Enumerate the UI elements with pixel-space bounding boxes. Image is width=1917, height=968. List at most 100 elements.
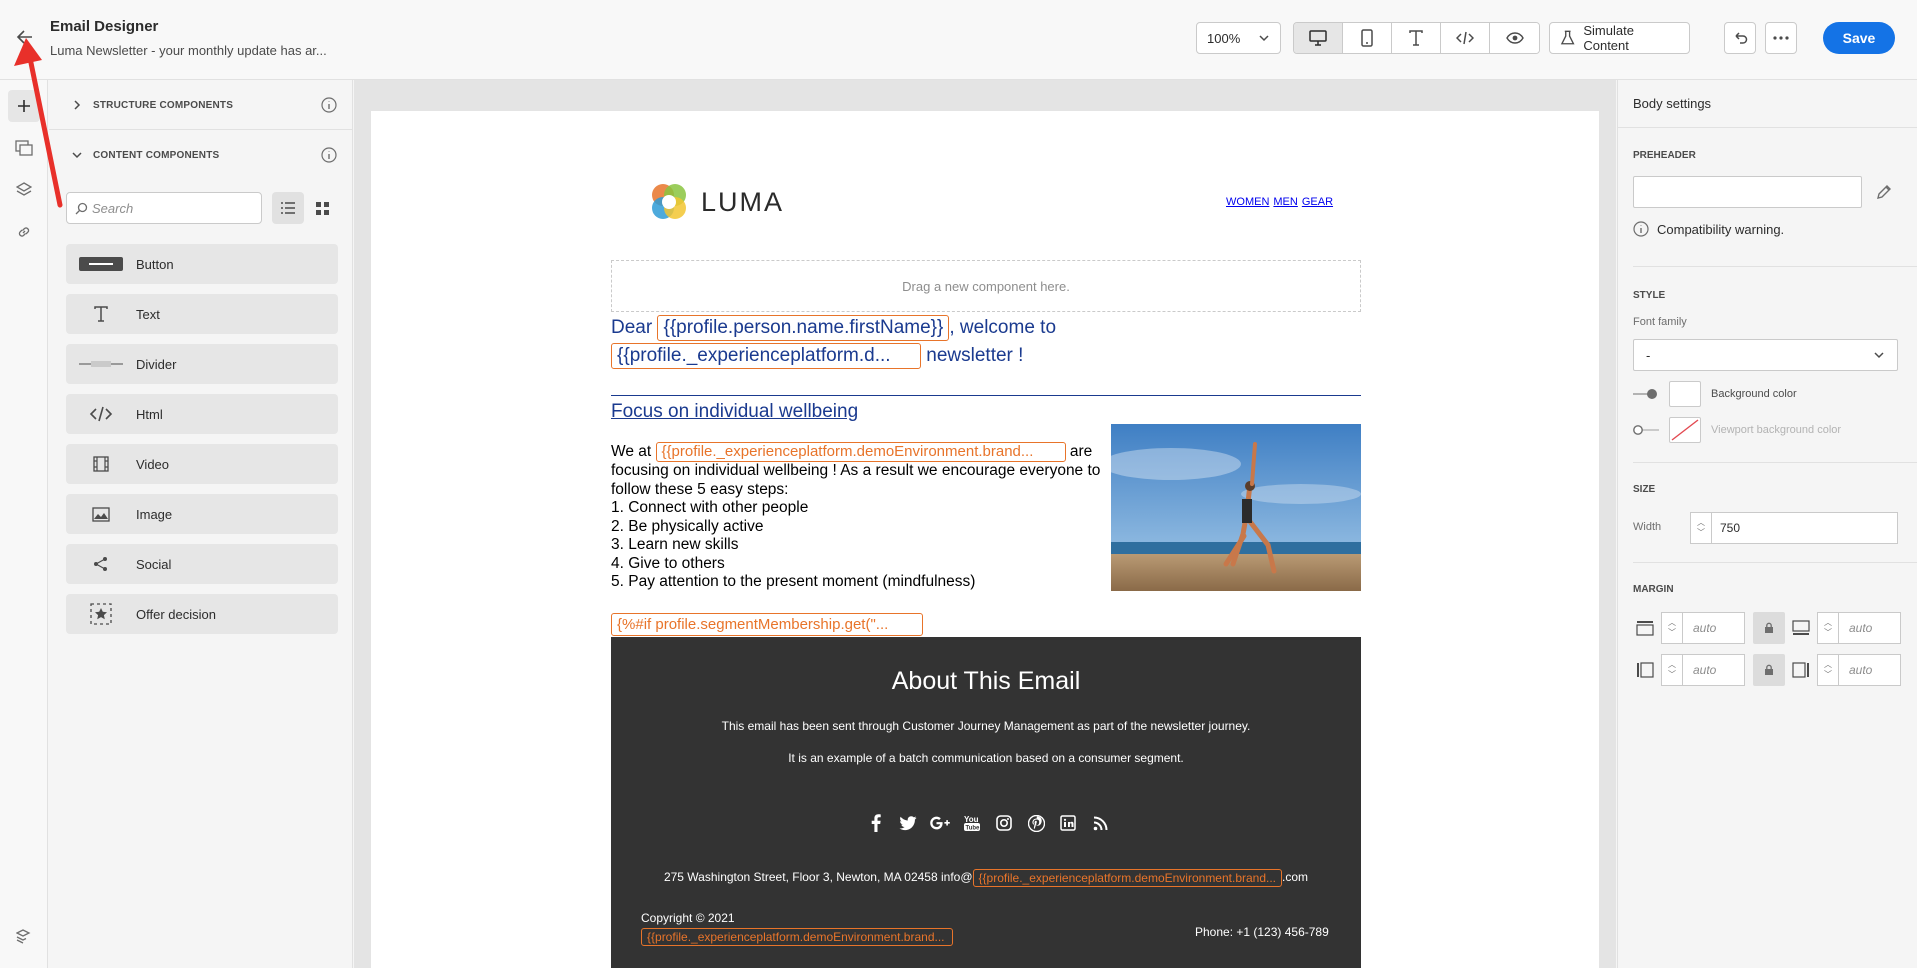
component-label: Text	[136, 306, 160, 322]
save-button[interactable]: Save	[1823, 22, 1895, 54]
undo-icon	[1735, 32, 1748, 44]
settings-rail-button[interactable]	[8, 920, 40, 952]
link-icon	[18, 227, 30, 237]
nav-link-gear[interactable]: GEAR	[1302, 196, 1333, 208]
component-item-video[interactable]: Video	[66, 444, 338, 484]
section-title[interactable]: Focus on individual wellbeing	[611, 401, 858, 423]
width-stepper[interactable]: ︿ ﹀	[1690, 512, 1712, 544]
divider	[1633, 266, 1917, 267]
drop-zone[interactable]: Drag a new component here.	[611, 260, 1361, 312]
lock-button[interactable]	[1753, 612, 1785, 644]
component-item-html[interactable]: Html	[66, 394, 338, 434]
content-components-header[interactable]: CONTENT COMPONENTS	[49, 130, 353, 180]
chevron-up-icon[interactable]: ︿	[1697, 518, 1705, 528]
personalization-token[interactable]: {{profile._experienceplatform.d...	[611, 342, 921, 369]
info-icon[interactable]	[321, 97, 337, 113]
component-item-offer-decision[interactable]: Offer decision	[66, 594, 338, 634]
preview-button[interactable]	[1490, 23, 1539, 53]
more-options-button[interactable]	[1765, 22, 1797, 54]
margin-top-icon	[1636, 621, 1654, 636]
personalization-token[interactable]: {{profile._experienceplatform.demoEnviro…	[641, 928, 953, 946]
background-color-swatch[interactable]	[1669, 381, 1701, 407]
background-color-toggle[interactable]	[1633, 388, 1659, 400]
nav-link-men[interactable]: MEN	[1273, 196, 1297, 208]
step-item: 5. Pay attention to the present moment (…	[611, 573, 976, 590]
twitter-icon[interactable]	[898, 813, 918, 833]
video-icon	[93, 456, 109, 472]
font-family-select[interactable]: -	[1633, 339, 1898, 371]
google-plus-icon[interactable]	[930, 813, 950, 833]
lock-button[interactable]	[1753, 654, 1785, 686]
youtube-icon[interactable]: You Tube	[962, 813, 982, 833]
condition-token[interactable]: {%#if profile.segmentMembership.get("...	[611, 613, 923, 636]
pencil-icon[interactable]	[1876, 184, 1892, 200]
zoom-select[interactable]: 100%	[1196, 22, 1281, 54]
undo-button[interactable]	[1724, 22, 1756, 54]
yoga-image[interactable]	[1111, 424, 1361, 591]
step-item: 1. Connect with other people	[611, 499, 809, 516]
back-button[interactable]	[10, 22, 40, 52]
component-item-social[interactable]: Social	[66, 544, 338, 584]
margin-right-input[interactable]: auto	[1839, 654, 1901, 686]
rss-icon[interactable]	[1090, 813, 1110, 833]
code-view-button[interactable]	[1441, 23, 1490, 53]
viewport-bg-swatch[interactable]	[1669, 417, 1701, 443]
email-body[interactable]: LUMA WOMEN MEN GEAR Drag a new component h…	[371, 111, 1599, 968]
email-canvas: LUMA WOMEN MEN GEAR Drag a new component h…	[354, 80, 1616, 968]
address-text: 275 Washington Street, Floor 3, Newton, …	[663, 870, 973, 885]
margin-bottom-input[interactable]: auto	[1839, 612, 1901, 644]
chevron-down-icon	[1874, 352, 1884, 359]
assets-button[interactable]	[8, 132, 40, 164]
layers-button[interactable]	[8, 174, 40, 206]
app-title: Email Designer	[50, 18, 159, 35]
personalization-token[interactable]: {{profile._experienceplatform.demoEnviro…	[972, 869, 1283, 887]
text-view-button[interactable]	[1392, 23, 1441, 53]
instagram-icon[interactable]	[994, 813, 1014, 833]
footer-title: About This Email	[891, 667, 1081, 695]
component-search-input[interactable]: Search	[66, 192, 262, 224]
list-view-toggle[interactable]	[272, 192, 304, 224]
grid-view-toggle[interactable]	[306, 192, 338, 224]
simulate-content-button[interactable]: Simulate Content	[1549, 22, 1690, 54]
nav-link-women[interactable]: WOMEN	[1226, 196, 1269, 208]
margin-top-input[interactable]: auto	[1683, 612, 1745, 644]
component-item-button[interactable]: Button	[66, 244, 338, 284]
margin-left-input[interactable]: auto	[1683, 654, 1745, 686]
structure-components-header[interactable]: STRUCTURE COMPONENTS	[49, 80, 353, 130]
desktop-view-button[interactable]	[1294, 23, 1343, 53]
email-footer[interactable]: About This Email This email has been sen…	[611, 637, 1361, 968]
pinterest-icon[interactable]	[1026, 813, 1046, 833]
assets-icon	[15, 140, 33, 156]
list-view-icon	[281, 202, 295, 214]
margin-left-stepper[interactable]: ︿ ﹀	[1661, 654, 1683, 686]
personalization-token[interactable]: {{profile.person.name.firstName}}	[657, 314, 950, 341]
social-links: You Tube	[866, 813, 1110, 833]
add-components-button[interactable]	[8, 90, 40, 122]
component-label: Html	[136, 406, 163, 422]
component-item-text[interactable]: Text	[66, 294, 338, 334]
footer-text: It is an example of a batch communicatio…	[788, 751, 1184, 765]
facebook-icon[interactable]	[866, 813, 886, 833]
links-button[interactable]	[8, 216, 40, 248]
linkedin-icon[interactable]	[1058, 813, 1078, 833]
info-icon[interactable]	[321, 147, 337, 163]
personalization-token[interactable]: {{profile._experienceplatform.demoEnviro…	[655, 442, 1066, 462]
body-paragraph[interactable]: We at {{profile._experienceplatform.demo…	[611, 442, 1101, 592]
margin-bottom-stepper[interactable]: ︿ ﹀	[1817, 612, 1839, 644]
margin-right-stepper[interactable]: ︿ ﹀	[1817, 654, 1839, 686]
mobile-view-button[interactable]	[1343, 23, 1392, 53]
greeting-newsletter: newsletter !	[926, 345, 1024, 366]
preheader-input[interactable]	[1633, 176, 1862, 208]
lock-icon	[1765, 664, 1773, 675]
greeting-text[interactable]: Dear {{profile.person.name.firstName}}, …	[611, 314, 1361, 370]
luma-logo[interactable]: LUMA	[647, 180, 784, 224]
viewport-bg-toggle[interactable]	[1633, 424, 1659, 436]
width-input[interactable]: 750	[1712, 512, 1898, 544]
margin-top-stepper[interactable]: ︿ ﹀	[1661, 612, 1683, 644]
email-subject: Luma Newsletter - your monthly update ha…	[50, 43, 327, 58]
chevron-down-icon[interactable]: ﹀	[1697, 528, 1705, 538]
component-item-image[interactable]: Image	[66, 494, 338, 534]
divider-line	[611, 395, 1361, 396]
component-item-divider[interactable]: Divider	[66, 344, 338, 384]
compat-warning-text: Compatibility warning.	[1657, 221, 1785, 237]
